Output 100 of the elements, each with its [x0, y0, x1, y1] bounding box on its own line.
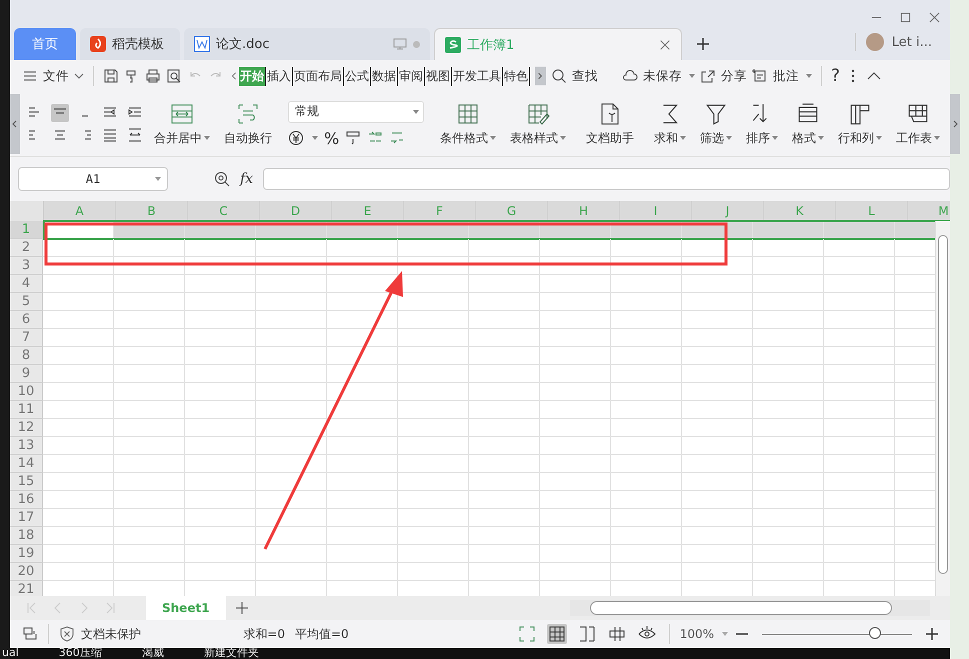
print-preview-icon[interactable] [166, 68, 182, 84]
ribbon-button[interactable]: 合并居中 [150, 102, 214, 146]
horizontal-scrollbar[interactable] [570, 600, 930, 616]
action-button[interactable]: 批注 [773, 68, 799, 84]
row-header[interactable]: 6 [10, 311, 43, 329]
row-header[interactable]: 16 [10, 491, 43, 509]
row-header[interactable]: 2 [10, 239, 43, 257]
align-icon[interactable] [126, 126, 144, 144]
document-tab[interactable]: 首页 [14, 28, 76, 60]
ribbon-button[interactable]: 自动换行 [220, 102, 276, 146]
ribbon-button[interactable]: 筛选 [696, 102, 736, 146]
protection-status[interactable]: 文档未保护 [81, 626, 141, 642]
action-button[interactable]: 分享 [721, 68, 747, 84]
ribbon-tab[interactable]: 审阅 [398, 66, 425, 86]
table-cell [469, 509, 540, 527]
caret-icon[interactable] [155, 177, 161, 181]
view-mode-icon[interactable] [606, 624, 627, 644]
slider-thumb[interactable] [868, 627, 880, 639]
name-box[interactable]: A1 [18, 167, 168, 191]
ribbon-tab[interactable]: 数据 [371, 66, 398, 86]
ribbon-button[interactable]: 行和列 [834, 102, 886, 146]
align-icon[interactable] [51, 104, 69, 122]
share-icon[interactable] [700, 68, 716, 84]
row-header[interactable]: 10 [10, 383, 43, 401]
thousands-separator-icon[interactable] [345, 130, 362, 146]
ribbon-button[interactable]: 表格样式 [506, 102, 570, 146]
ribbon-button[interactable]: 条件格式 [436, 102, 500, 146]
number-format-dropdown[interactable]: 常规 [288, 100, 424, 122]
row-header[interactable]: 12 [10, 419, 43, 437]
workbook-icon[interactable] [22, 626, 38, 642]
ribbon-tab[interactable]: 开发工具 [452, 66, 503, 86]
row-header[interactable]: 17 [10, 509, 43, 527]
comment-icon[interactable] [752, 68, 768, 84]
action-button[interactable]: 未保存 [643, 68, 682, 84]
flame-icon [90, 36, 106, 52]
desktop-icon-label[interactable]: 新建文件夹 [204, 648, 259, 659]
zoom-level[interactable]: 100% [680, 627, 714, 641]
desktop-icon-label[interactable]: 渴威 [142, 648, 164, 659]
row-header[interactable]: 5 [10, 293, 43, 311]
find-button[interactable]: 查找 [572, 68, 598, 84]
zoom-in-icon[interactable] [924, 626, 940, 642]
zoom-icon[interactable] [214, 171, 230, 187]
desktop-icon-label[interactable]: ual [2, 648, 19, 659]
document-assistant-button[interactable]: 文档助手 [582, 102, 638, 146]
formula-input[interactable] [263, 168, 950, 190]
user-name[interactable]: Let i... [892, 34, 932, 50]
ribbon-tab[interactable]: 插入 [266, 66, 293, 86]
ribbon-tab[interactable]: 开始 [239, 66, 266, 86]
scroll-right-icon[interactable] [535, 66, 546, 86]
chevron-down-icon[interactable] [74, 72, 84, 80]
row-header[interactable]: 4 [10, 275, 43, 293]
vertical-scrollbar[interactable] [935, 221, 950, 596]
sheet-tab[interactable]: Sheet1 [146, 596, 226, 620]
table-cell [185, 455, 256, 473]
ribbon-button[interactable]: 排序 [742, 102, 782, 146]
desktop-icon-label[interactable]: 360压缩 [58, 648, 102, 659]
row-header[interactable]: 13 [10, 437, 43, 455]
search-icon[interactable] [551, 68, 567, 84]
ribbon-tab[interactable]: 页面布局 [293, 66, 344, 86]
help-button[interactable]: ? [831, 66, 840, 86]
ribbon-button[interactable]: 格式 [788, 102, 828, 146]
row-header[interactable]: 7 [10, 329, 43, 347]
row-header[interactable]: 8 [10, 347, 43, 365]
save-icon[interactable] [103, 68, 119, 84]
row-header[interactable]: 15 [10, 473, 43, 491]
ribbon-tab[interactable]: 特色 [503, 66, 530, 86]
ribbon-button[interactable]: 工作表 [892, 102, 944, 146]
file-menu[interactable]: 文件 [43, 68, 69, 84]
row-header[interactable]: 11 [10, 401, 43, 419]
maximize-icon[interactable] [900, 12, 911, 23]
function-button[interactable]: fx [240, 171, 254, 187]
status-stat: 平均值=0 [294, 626, 349, 642]
decrease-decimal-icon[interactable] [389, 130, 406, 146]
row-header[interactable]: 14 [10, 455, 43, 473]
print-icon[interactable] [145, 68, 161, 84]
ribbon-button[interactable]: 求和 [650, 102, 690, 146]
row-header[interactable]: 21 [10, 581, 43, 596]
add-sheet-icon[interactable] [234, 600, 250, 616]
percent-button[interactable]: % [324, 128, 340, 148]
document-tab[interactable]: 论文.doc [184, 28, 430, 60]
caret-icon[interactable] [312, 136, 318, 140]
close-icon[interactable] [659, 38, 671, 50]
table-cell [682, 293, 753, 311]
row-header[interactable]: 3 [10, 257, 43, 275]
new-tab-icon[interactable] [696, 37, 710, 51]
row-header[interactable]: 19 [10, 545, 43, 563]
table-cell [185, 275, 256, 293]
currency-icon[interactable] [288, 130, 304, 146]
row-header[interactable]: 18 [10, 527, 43, 545]
ribbon-tab[interactable]: 视图 [425, 66, 452, 86]
caret-icon[interactable] [806, 74, 812, 78]
ribbon-tab[interactable]: 公式 [344, 66, 371, 86]
table-cell [185, 491, 256, 509]
document-tab[interactable]: 稻壳模板 [80, 28, 180, 60]
shield-icon[interactable] [59, 626, 75, 642]
caret-icon[interactable] [689, 74, 695, 78]
row-header[interactable]: 20 [10, 563, 43, 581]
view-mode-icon[interactable] [546, 624, 567, 644]
row-header[interactable]: 9 [10, 365, 43, 383]
close-icon[interactable] [929, 12, 940, 23]
